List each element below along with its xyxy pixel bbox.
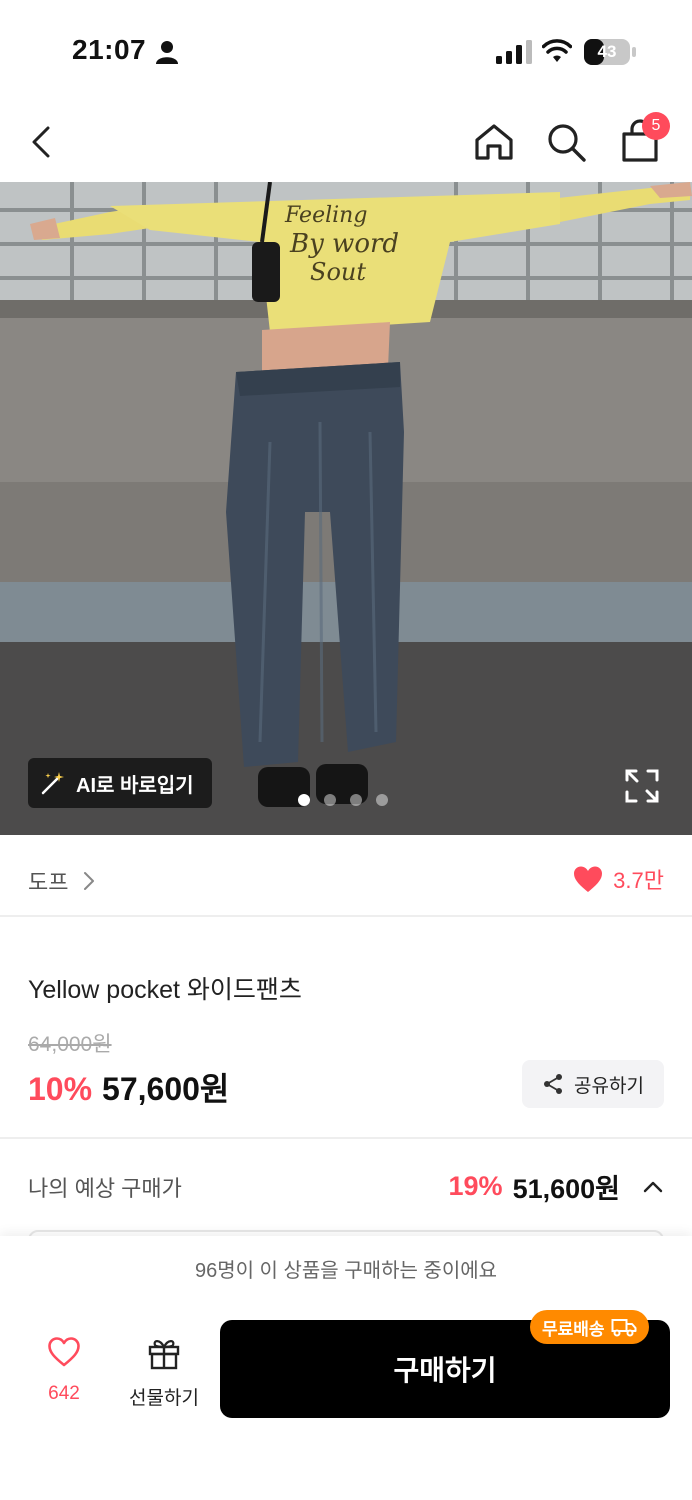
- home-icon[interactable]: [472, 120, 516, 164]
- wifi-icon: [542, 39, 572, 62]
- fullscreen-expand-icon[interactable]: [624, 768, 660, 804]
- discount-rate: 10%: [28, 1071, 93, 1107]
- brand-likes-count: 3.7만: [613, 868, 664, 893]
- share-label: 공유하기: [574, 1075, 644, 1097]
- truck-icon: [611, 1319, 637, 1337]
- expected-price-row[interactable]: 나의 예상 구매가 19% 51,600원: [0, 1139, 692, 1231]
- svg-text:By word: By word: [289, 229, 399, 259]
- brand-row: 도프 3.7만: [0, 835, 692, 917]
- brand-likes[interactable]: 3.7만: [573, 863, 664, 895]
- ai-try-on-label: AI로 바로입기: [76, 774, 194, 797]
- chevron-up-icon[interactable]: [642, 1176, 664, 1198]
- person-icon: [156, 41, 178, 64]
- heart-outline-icon: [48, 1337, 80, 1367]
- carousel-dot[interactable]: [324, 794, 336, 806]
- share-button[interactable]: 공유하기: [522, 1060, 664, 1108]
- share-icon: [544, 1074, 563, 1094]
- expected-price: 51,600원: [512, 1174, 620, 1204]
- expected-discount: 19%: [448, 1171, 503, 1201]
- heart-filled-icon: [574, 866, 603, 892]
- free-shipping-label: 무료배송: [542, 1319, 605, 1339]
- gift-label: 선물하기: [129, 1388, 199, 1409]
- cart-count-badge: 5: [642, 112, 670, 140]
- expected-price-label: 나의 예상 구매가: [28, 1176, 182, 1201]
- buyers-notice: 96명이 이 상품을 구매하는 중이에요: [194, 1260, 498, 1282]
- svg-text:Sout: Sout: [310, 258, 366, 286]
- product-image-carousel[interactable]: Feeling By word Sout AI로 바로입기: [0, 182, 692, 835]
- ai-try-on-button[interactable]: AI로 바로입기: [28, 758, 212, 808]
- carousel-dot-active[interactable]: [298, 794, 310, 806]
- purchase-bar: 96명이 이 상품을 구매하는 중이에요 642 선물하기 구매하기 무료배송: [0, 1236, 692, 1500]
- magic-wand-icon: [41, 772, 64, 795]
- brand-name: 도프: [28, 870, 69, 895]
- original-price: 64,000원: [28, 1033, 112, 1056]
- brand-link[interactable]: 도프: [28, 865, 96, 897]
- product-title: Yellow pocket 와이드팬츠: [28, 976, 302, 1004]
- buy-button-label: 구매하기: [393, 1355, 497, 1386]
- cellular-signal-icon: [496, 40, 532, 64]
- gift-icon: [148, 1340, 180, 1370]
- expected-price-values: 19% 51,600원: [449, 1167, 664, 1206]
- battery-level: 43: [597, 42, 617, 61]
- gift-button[interactable]: 선물하기: [122, 1336, 206, 1410]
- free-shipping-badge: 무료배송: [530, 1310, 649, 1344]
- svg-text:Feeling: Feeling: [284, 203, 367, 228]
- carousel-indicator: [298, 794, 388, 806]
- battery-icon: 43: [584, 39, 636, 65]
- product-photo: Feeling By word Sout: [0, 182, 692, 835]
- carousel-dot[interactable]: [376, 794, 388, 806]
- status-bar: 21:07 43: [0, 0, 692, 100]
- top-navigation: 5: [0, 100, 692, 182]
- status-time: 21:07: [72, 34, 147, 65]
- wishlist-button[interactable]: 642: [38, 1336, 90, 1405]
- carousel-dot[interactable]: [350, 794, 362, 806]
- sale-price: 57,600원: [102, 1071, 230, 1107]
- search-icon[interactable]: [544, 120, 588, 164]
- wishlist-count: 642: [48, 1383, 80, 1404]
- price-row: 10% 57,600원: [28, 1064, 229, 1110]
- back-arrow-icon[interactable]: [22, 122, 62, 162]
- chevron-right-icon: [84, 872, 95, 890]
